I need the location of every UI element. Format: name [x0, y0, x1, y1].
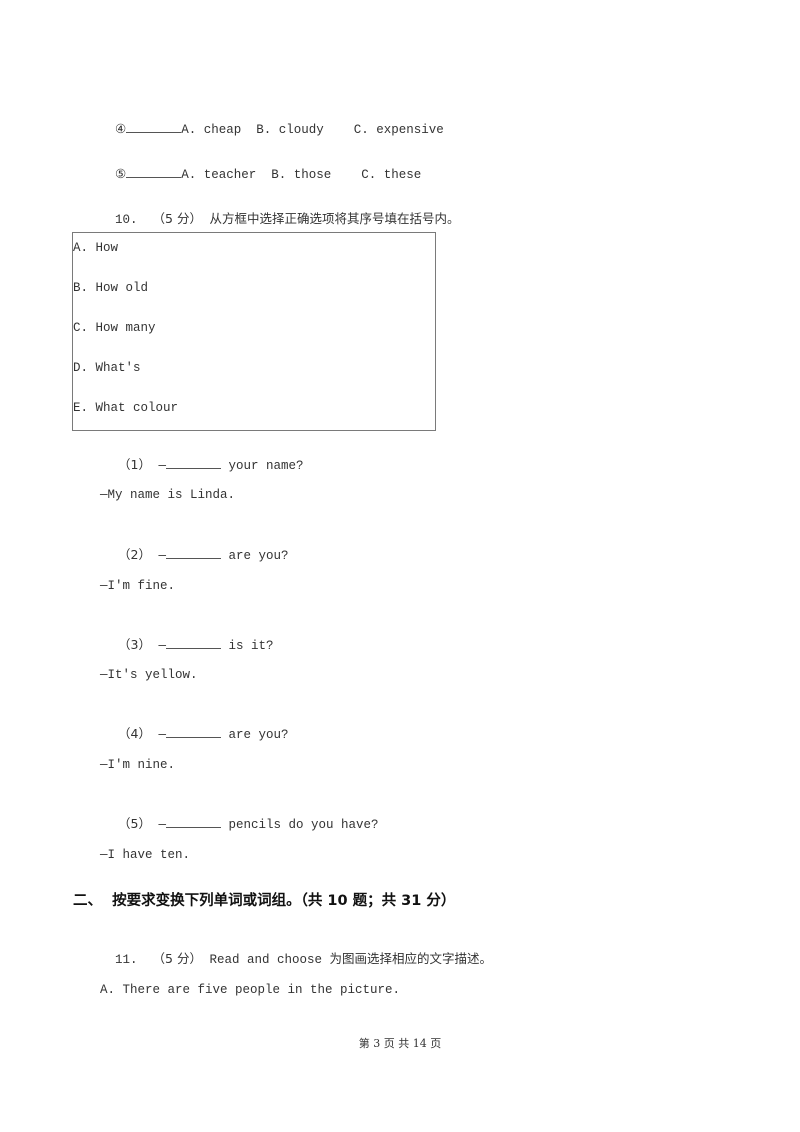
answer-blank[interactable] [166, 726, 221, 738]
question-instruction-cn: 为图画选择相应的文字描述。 [329, 951, 493, 966]
item-options: A. cheap B. cloudy C. expensive [181, 123, 444, 137]
dialogue-dash: — [158, 639, 166, 653]
item-options: A. teacher B. those C. these [181, 168, 422, 182]
page-footer: 第 3 页 共 14 页 [358, 1037, 442, 1050]
dialogue-label: （2） [118, 547, 151, 562]
question-instruction: 从方框中选择正确选项将其序号填在括号内。 [209, 211, 460, 226]
dialogue-3-answer: —It's yellow. [100, 668, 198, 682]
options-box: A. How B. How old C. How many D. What's … [72, 232, 436, 431]
answer-blank[interactable] [166, 547, 221, 559]
dialogue-4-answer: —I'm nine. [100, 758, 176, 772]
answer-blank[interactable] [166, 457, 221, 469]
question-number: 10. [115, 213, 138, 227]
question11-header: 11. （5 分） Read and choose 为图画选择相应的文字描述。 [100, 935, 492, 968]
dialogue-4-question: （4） — are you? [103, 710, 289, 743]
dialogue-3-question: （3） — is it? [103, 621, 274, 654]
answer-blank[interactable] [166, 816, 221, 828]
question9-item-4: ④ A. cheap B. cloudy C. expensive [100, 105, 444, 138]
item-marker: ⑤ [115, 168, 127, 182]
dialogue-question-text: are you? [221, 728, 289, 742]
dialogue-question-text: your name? [221, 459, 304, 473]
box-option-b: B. How old [73, 281, 149, 295]
box-option-c: C. How many [73, 321, 156, 335]
section-heading: 二、 按要求变换下列单词或词组。（共 10 题；共 31 分） [73, 893, 456, 909]
question-score: （5 分） [152, 211, 202, 226]
answer-blank[interactable] [166, 637, 221, 649]
dialogue-dash: — [158, 549, 166, 563]
question10-header: 10. （5 分） 从方框中选择正确选项将其序号填在括号内。 [100, 195, 460, 228]
dialogue-1-question: （1） — your name? [103, 441, 304, 474]
dialogue-question-text: are you? [221, 549, 289, 563]
item-marker: ④ [115, 123, 127, 137]
box-option-e: E. What colour [73, 401, 179, 415]
question-number: 11. [115, 953, 138, 967]
box-option-a: A. How [73, 241, 119, 255]
question-instruction-en: Read and choose [209, 953, 323, 967]
dialogue-2-answer: —I'm fine. [100, 579, 176, 593]
question-score: （5 分） [152, 951, 202, 966]
answer-blank[interactable] [126, 121, 182, 133]
dialogue-5-answer: —I have ten. [100, 848, 191, 862]
dialogue-dash: — [158, 818, 166, 832]
dialogue-question-text: pencils do you have? [221, 818, 379, 832]
dialogue-label: （1） [118, 457, 151, 472]
dialogue-5-question: （5） — pencils do you have? [103, 800, 379, 833]
box-option-d: D. What's [73, 361, 141, 375]
answer-blank[interactable] [126, 166, 182, 178]
dialogue-question-text: is it? [221, 639, 274, 653]
dialogue-label: （3） [118, 637, 151, 652]
dialogue-1-answer: —My name is Linda. [100, 488, 236, 502]
dialogue-label: （4） [118, 726, 151, 741]
question9-item-5: ⑤ A. teacher B. those C. these [100, 150, 421, 183]
dialogue-dash: — [158, 459, 166, 473]
dialogue-label: （5） [118, 816, 151, 831]
dialogue-2-question: （2） — are you? [103, 531, 289, 564]
question11-option-a: A. There are five people in the picture. [100, 983, 401, 997]
dialogue-dash: — [158, 728, 166, 742]
